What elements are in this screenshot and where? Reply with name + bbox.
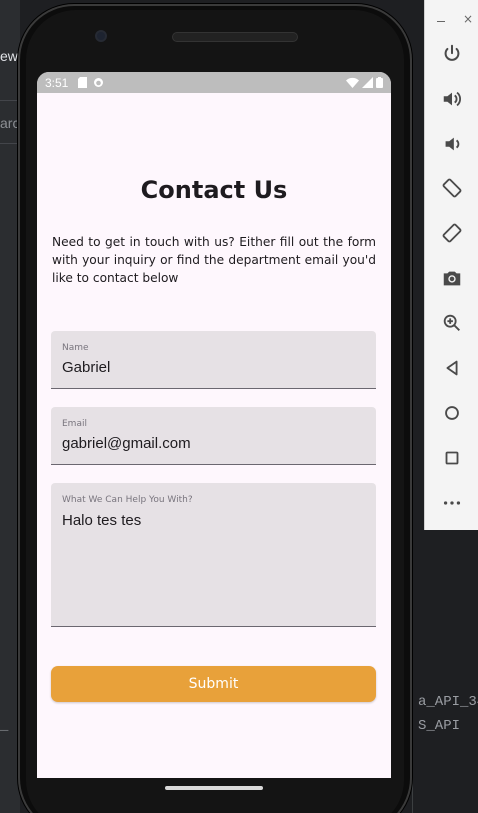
rotate-left-button[interactable]: [441, 177, 463, 199]
ide-device-line-1[interactable]: a_API_34_: [418, 694, 478, 710]
back-button[interactable]: [441, 357, 463, 379]
rotate-right-icon: [442, 223, 462, 243]
minimize-icon[interactable]: [437, 21, 445, 22]
ide-divider: [412, 680, 413, 813]
power-button[interactable]: [441, 43, 463, 65]
battery-icon: [376, 77, 383, 88]
email-field-label: Email: [62, 419, 87, 429]
ide-device-line-2[interactable]: S_API: [418, 718, 460, 734]
emulator-toolbar: ×: [424, 0, 478, 530]
app-screen: 3:51 Contact Us Need to get in touch wit…: [37, 72, 391, 778]
wifi-icon: [346, 77, 359, 88]
submit-button[interactable]: Submit: [51, 666, 376, 702]
zoom-button[interactable]: [441, 312, 463, 334]
power-icon: [444, 44, 460, 61]
back-icon: [446, 360, 458, 376]
sd-card-icon: [78, 77, 88, 88]
message-textarea[interactable]: What We Can Help You With? Halo tes tes: [51, 483, 376, 627]
overview-icon: [445, 451, 459, 465]
gesture-nav-handle[interactable]: [165, 786, 263, 790]
volume-down-icon: [445, 137, 460, 151]
page-title: Contact Us: [140, 176, 288, 204]
earpiece-speaker: [172, 32, 298, 42]
intro-text: Need to get in touch with us? Either fil…: [52, 235, 376, 285]
email-field[interactable]: Email gabriel@gmail.com: [51, 407, 376, 465]
ide-bottom-fragment: _: [0, 718, 9, 734]
volume-up-icon: [443, 91, 461, 107]
status-bar: 3:51: [37, 72, 391, 93]
submit-button-label: Submit: [188, 676, 239, 692]
ide-search-fragment[interactable]: arc: [0, 100, 20, 144]
rotate-left-icon: [442, 178, 462, 198]
cell-signal-icon: [362, 77, 373, 88]
name-field-value[interactable]: Gabriel: [62, 359, 110, 376]
message-field-label: What We Can Help You With?: [62, 495, 193, 505]
rotate-right-button[interactable]: [441, 222, 463, 244]
status-time: 3:51: [45, 75, 69, 90]
home-button[interactable]: [441, 402, 463, 424]
close-icon[interactable]: ×: [463, 12, 473, 26]
status-system-icons: [346, 77, 383, 88]
status-notification-icons: [78, 77, 104, 88]
volume-down-button[interactable]: [441, 133, 463, 155]
zoom-icon: [443, 314, 460, 331]
name-field[interactable]: Name Gabriel: [51, 331, 376, 389]
sync-icon: [94, 78, 104, 87]
name-field-label: Name: [62, 343, 89, 353]
toolbar-window-controls: ×: [425, 12, 478, 26]
volume-up-button[interactable]: [441, 88, 463, 110]
email-field-value[interactable]: gabriel@gmail.com: [62, 435, 191, 452]
front-camera: [95, 30, 107, 42]
message-field-value[interactable]: Halo tes tes: [62, 512, 141, 529]
camera-icon: [443, 271, 461, 286]
home-icon: [445, 406, 459, 420]
ide-tab-fragment[interactable]: ew: [0, 48, 18, 64]
more-button[interactable]: [441, 492, 463, 514]
screenshot-button[interactable]: [441, 267, 463, 289]
overview-button[interactable]: [441, 447, 463, 469]
more-icon: [443, 501, 461, 505]
